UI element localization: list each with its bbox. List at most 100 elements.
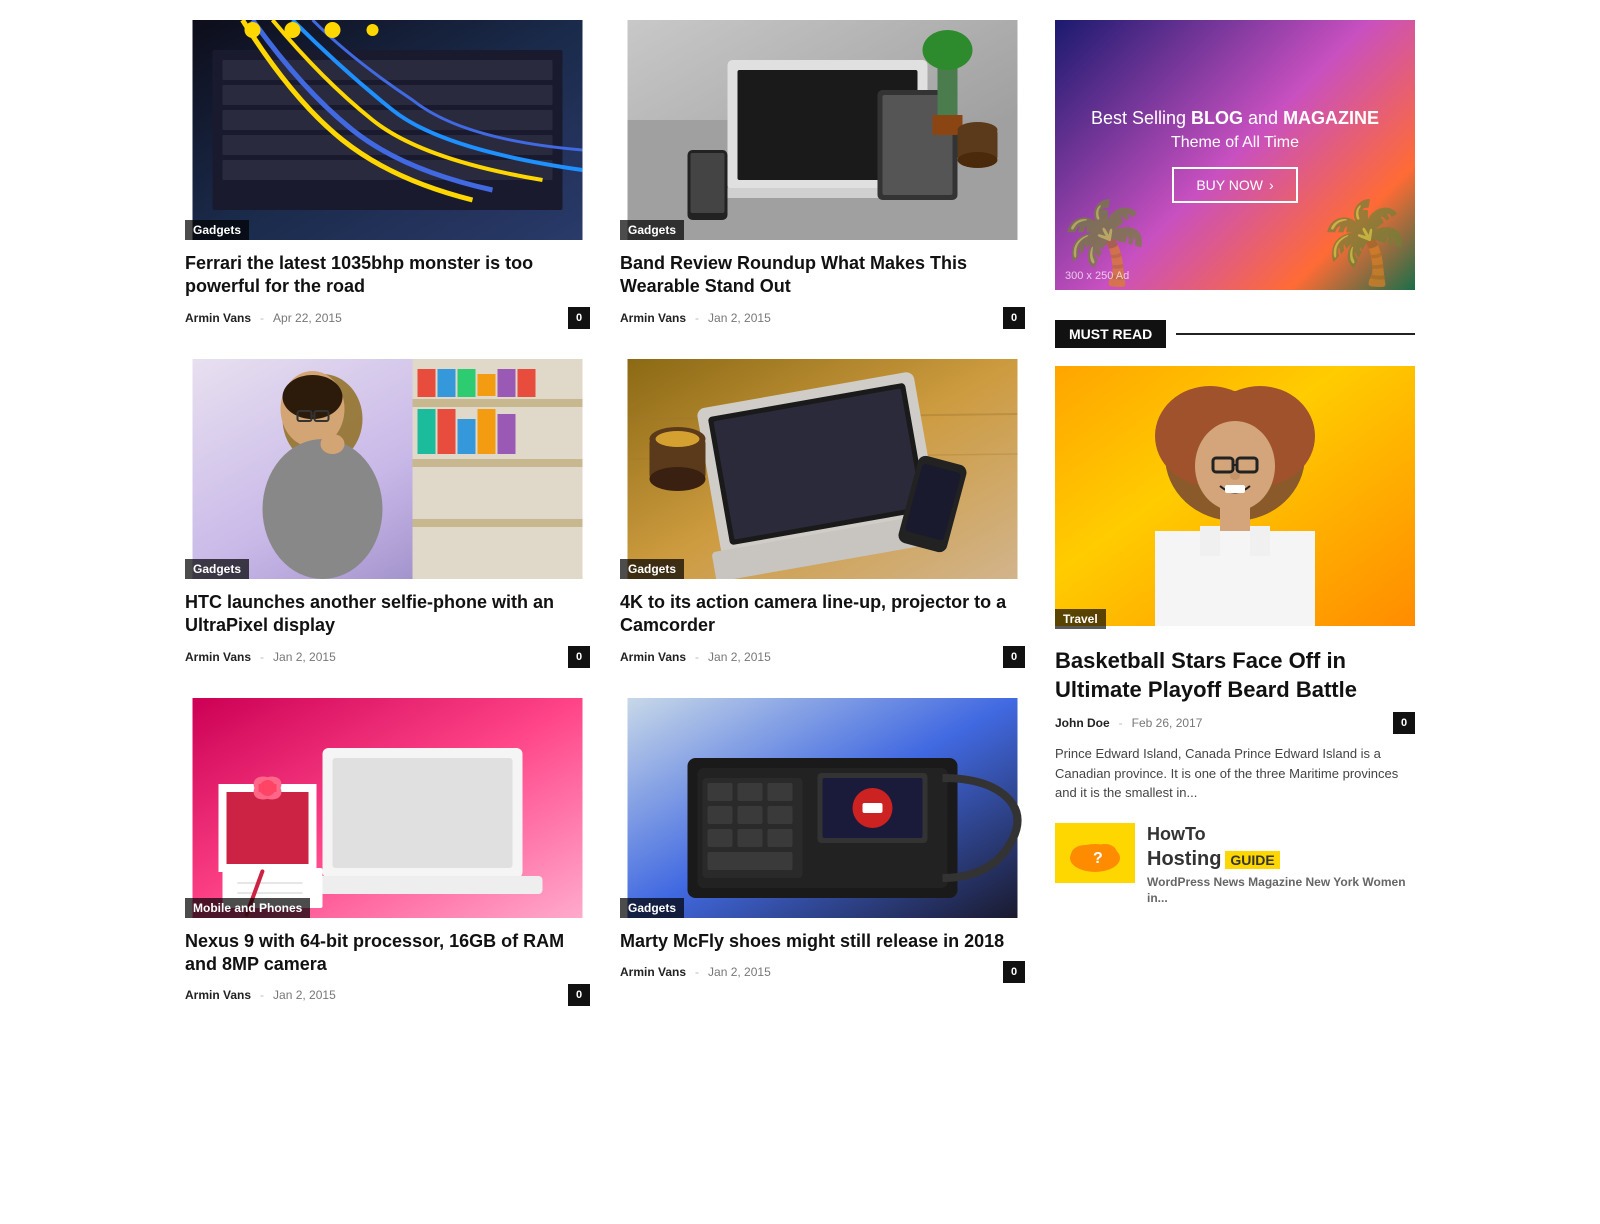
article-card: Gadgets Ferrari the latest 1035bhp monst… bbox=[185, 20, 590, 329]
article-comment-count: 0 bbox=[1003, 646, 1025, 668]
ad-headline: Best Selling BLOG and MAGAZINE bbox=[1091, 108, 1379, 129]
must-read-section: MUST READ bbox=[1055, 320, 1415, 906]
article-date: Jan 2, 2015 bbox=[273, 988, 336, 1002]
hosting-label: Hosting bbox=[1147, 848, 1221, 870]
separator: - bbox=[695, 311, 699, 325]
article-author: Armin Vans bbox=[185, 988, 251, 1002]
ad-blog: BLOG bbox=[1191, 108, 1243, 128]
sidebar-bottom-text: HowTo Hosting GUIDE WordPress News Magaz… bbox=[1147, 823, 1415, 907]
article-author: Armin Vans bbox=[185, 650, 251, 664]
featured-description: Prince Edward Island, Canada Prince Edwa… bbox=[1055, 744, 1415, 803]
article-card: Gadgets Marty McFly shoes might still re… bbox=[620, 698, 1025, 1007]
page-container: Gadgets Ferrari the latest 1035bhp monst… bbox=[170, 0, 1430, 1026]
sidebar-ad: 🌴 🌴 Best Selling BLOG and MAGAZINE Theme… bbox=[1055, 20, 1415, 290]
sidebar-bottom-title: HowTo Hosting GUIDE WordPress News Magaz… bbox=[1147, 823, 1415, 907]
article-card: Gadgets HTC launches another selfie-phon… bbox=[185, 359, 590, 668]
article-title: Nexus 9 with 64-bit processor, 16GB of R… bbox=[185, 930, 590, 977]
article-meta-left: Armin Vans - Jan 2, 2015 bbox=[620, 965, 771, 979]
article-meta: Armin Vans - Jan 2, 2015 0 bbox=[620, 307, 1025, 329]
buy-now-label: BUY NOW bbox=[1196, 177, 1263, 193]
article-author: Armin Vans bbox=[620, 965, 686, 979]
article-image-wrap[interactable]: Gadgets bbox=[620, 698, 1025, 918]
article-date: Jan 2, 2015 bbox=[273, 650, 336, 664]
category-badge: Gadgets bbox=[185, 220, 249, 240]
article-title: HTC launches another selfie-phone with a… bbox=[185, 591, 590, 638]
article-image-wrap[interactable]: Gadgets bbox=[620, 359, 1025, 579]
ad-magazine: MAGAZINE bbox=[1283, 108, 1379, 128]
article-meta-left: Armin Vans - Jan 2, 2015 bbox=[185, 988, 336, 1002]
article-image-wrap[interactable]: Mobile and Phones bbox=[185, 698, 590, 918]
howto-label: HowTo bbox=[1147, 824, 1206, 844]
article-meta-left: Armin Vans - Jan 2, 2015 bbox=[620, 650, 771, 664]
article-author: Armin Vans bbox=[620, 650, 686, 664]
separator: - bbox=[260, 650, 264, 664]
article-meta: Armin Vans - Apr 22, 2015 0 bbox=[185, 307, 590, 329]
category-badge: Gadgets bbox=[185, 559, 249, 579]
category-badge: Gadgets bbox=[620, 220, 684, 240]
article-author: Armin Vans bbox=[185, 311, 251, 325]
category-badge: Mobile and Phones bbox=[185, 898, 310, 918]
separator: - bbox=[1119, 716, 1123, 730]
article-meta-left: Armin Vans - Jan 2, 2015 bbox=[185, 650, 336, 664]
ad-size-label: 300 x 250 Ad bbox=[1065, 270, 1129, 282]
featured-comment-count: 0 bbox=[1393, 712, 1415, 734]
article-comment-count: 0 bbox=[568, 646, 590, 668]
ad-line1: Best Selling bbox=[1091, 108, 1191, 128]
must-read-featured[interactable]: Travel bbox=[1055, 366, 1415, 629]
article-meta: Armin Vans - Jan 2, 2015 0 bbox=[620, 646, 1025, 668]
article-comment-count: 0 bbox=[568, 307, 590, 329]
article-date: Apr 22, 2015 bbox=[273, 311, 342, 325]
must-read-title: MUST READ bbox=[1055, 320, 1166, 348]
must-read-header: MUST READ bbox=[1055, 320, 1415, 348]
guide-badge: GUIDE bbox=[1225, 851, 1279, 869]
must-read-line bbox=[1176, 333, 1415, 335]
separator: - bbox=[260, 311, 264, 325]
articles-grid: Gadgets Ferrari the latest 1035bhp monst… bbox=[185, 20, 1025, 1006]
article-date: Jan 2, 2015 bbox=[708, 650, 771, 664]
ad-subline: Theme of All Time bbox=[1091, 134, 1379, 152]
sidebar: 🌴 🌴 Best Selling BLOG and MAGAZINE Theme… bbox=[1055, 20, 1415, 1006]
svg-text:?: ? bbox=[1093, 850, 1103, 867]
separator: - bbox=[695, 650, 699, 664]
article-meta: Armin Vans - Jan 2, 2015 0 bbox=[185, 646, 590, 668]
article-title: 4K to its action camera line-up, project… bbox=[620, 591, 1025, 638]
must-read-meta: John Doe - Feb 26, 2017 0 bbox=[1055, 712, 1415, 734]
article-comment-count: 0 bbox=[1003, 961, 1025, 983]
featured-author: John Doe bbox=[1055, 716, 1110, 730]
hosting-thumbnail: ? bbox=[1055, 823, 1135, 883]
article-title: Marty McFly shoes might still release in… bbox=[620, 930, 1025, 953]
article-image-wrap[interactable]: Gadgets bbox=[620, 20, 1025, 240]
main-content: Gadgets Ferrari the latest 1035bhp monst… bbox=[185, 20, 1025, 1006]
article-comment-count: 0 bbox=[1003, 307, 1025, 329]
article-card: Gadgets Band Review Roundup What Makes T… bbox=[620, 20, 1025, 329]
buy-now-button[interactable]: BUY NOW › bbox=[1172, 167, 1297, 203]
sidebar-bottom-card[interactable]: ? HowTo Hosting GUIDE WordPress News Mag… bbox=[1055, 823, 1415, 907]
ad-and: and bbox=[1248, 108, 1283, 128]
article-image-wrap[interactable]: Gadgets bbox=[185, 20, 590, 240]
article-image-wrap[interactable]: Gadgets bbox=[185, 359, 590, 579]
bottom-subtitle: WordPress News Magazine New York Women i… bbox=[1147, 875, 1415, 906]
article-title: Ferrari the latest 1035bhp monster is to… bbox=[185, 252, 590, 299]
category-badge: Gadgets bbox=[620, 898, 684, 918]
featured-date: Feb 26, 2017 bbox=[1132, 716, 1203, 730]
featured-image bbox=[1055, 366, 1415, 626]
article-meta: Armin Vans - Jan 2, 2015 0 bbox=[620, 961, 1025, 983]
must-read-meta-left: John Doe - Feb 26, 2017 bbox=[1055, 716, 1202, 730]
category-badge: Gadgets bbox=[620, 559, 684, 579]
featured-category-badge: Travel bbox=[1055, 609, 1106, 629]
article-meta-left: Armin Vans - Jan 2, 2015 bbox=[620, 311, 771, 325]
separator: - bbox=[260, 988, 264, 1002]
article-title: Band Review Roundup What Makes This Wear… bbox=[620, 252, 1025, 299]
separator: - bbox=[695, 965, 699, 979]
article-card: Mobile and Phones Nexus 9 with 64-bit pr… bbox=[185, 698, 590, 1007]
article-comment-count: 0 bbox=[568, 984, 590, 1006]
must-read-article-title: Basketball Stars Face Off in Ultimate Pl… bbox=[1055, 647, 1415, 704]
article-meta: Armin Vans - Jan 2, 2015 0 bbox=[185, 984, 590, 1006]
article-date: Jan 2, 2015 bbox=[708, 965, 771, 979]
article-meta-left: Armin Vans - Apr 22, 2015 bbox=[185, 311, 342, 325]
article-card: Gadgets 4K to its action camera line-up,… bbox=[620, 359, 1025, 668]
chevron-right-icon: › bbox=[1269, 177, 1274, 193]
ad-text: Best Selling BLOG and MAGAZINE Theme of … bbox=[1081, 98, 1389, 213]
article-date: Jan 2, 2015 bbox=[708, 311, 771, 325]
article-author: Armin Vans bbox=[620, 311, 686, 325]
